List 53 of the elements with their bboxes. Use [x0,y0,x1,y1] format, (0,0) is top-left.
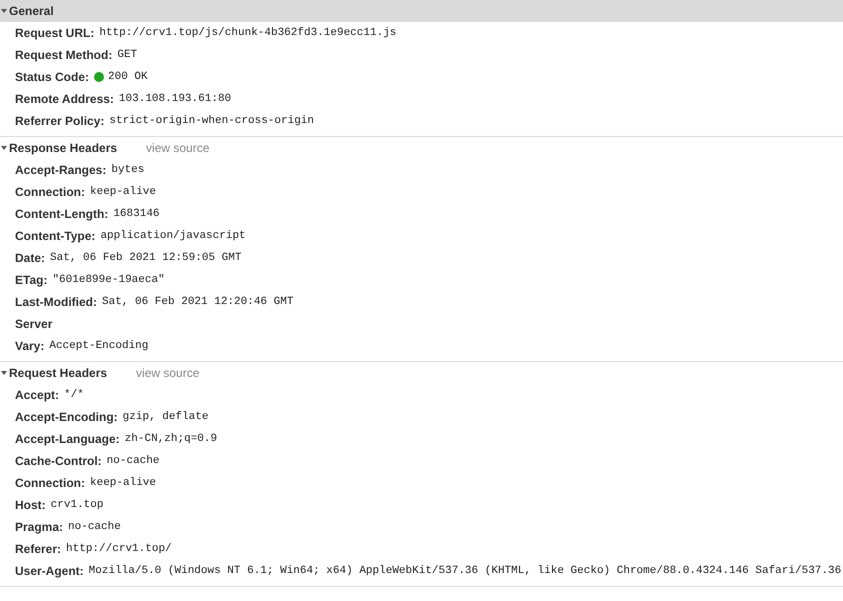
header-name: Accept-Ranges: [15,163,106,177]
triangle-icon [1,145,7,151]
header-value: no-cache [106,455,160,467]
header-value: */* [64,389,84,401]
header-value: Sat, 06 Feb 2021 12:59:05 GMT [50,252,242,264]
section-toggle[interactable]: Request Headers [0,362,108,384]
header-value: 103.108.193.61:80 [118,93,232,105]
view-source-link[interactable]: view source [146,141,210,155]
header-value: "601e899e-19aeca" [52,274,165,286]
header-value: strict-origin-when-cross-origin [109,115,314,127]
header-value: Mozilla/5.0 (Windows NT 6.1; Win64; x64) AppleWebKit/537.36 (KHTML, like Gecko) Chrome/88.0.4324.146 Safari/537.36 [88,565,842,577]
triangle-icon [1,8,7,14]
header-name: Request URL: [15,26,94,40]
header-name: Server [15,317,52,331]
header-name: User-Agent: [15,564,84,578]
header-name: Pragma: [15,520,64,534]
header-value: no-cache [68,521,121,533]
view-source-link[interactable]: view source [136,366,200,380]
header-name: Content-Type: [15,229,96,243]
header-name: Referer: [15,542,62,556]
header-value: Sat, 06 Feb 2021 12:20:46 GMT [102,296,294,308]
header-name: Connection: [15,185,85,199]
header-value: 200 OK [108,71,148,83]
header-name: Request Method: [15,48,112,62]
header-name: Accept: [15,388,60,402]
header-value: zh-CN,zh;q=0.9 [124,433,218,445]
header-name: Remote Address: [15,92,114,106]
header-name: Connection: [15,476,85,490]
header-name: Content-Length: [15,207,108,221]
header-name: Status Code: [15,70,90,84]
header-name: Accept-Language: [15,432,120,446]
header-value: bytes [111,164,144,176]
header-value: gzip, deflate [122,411,208,423]
header-value: GET [117,49,138,61]
section-toggle[interactable]: General [0,0,54,22]
header-name: Accept-Encoding: [15,410,118,424]
header-name: Referrer Policy: [15,114,104,128]
header-value: 1683146 [113,208,160,220]
section-toggle[interactable]: Response Headers [0,137,118,159]
header-value: http://crv1.top/js/chunk-4b362fd3.1e9ecc11.js [99,27,396,39]
header-value: Accept-Encoding [49,340,148,352]
header-name: Vary: [15,339,44,353]
header-name: Cache-Control: [15,454,102,468]
header-value: keep-alive [90,186,156,198]
header-name: Last-Modified: [15,295,97,309]
header-name: Host: [15,498,46,512]
header-value: keep-alive [90,477,156,489]
header-name: Date: [15,251,46,265]
header-value: http://crv1.top/ [66,543,172,555]
header-name: ETag: [15,273,48,287]
header-value: application/javascript [100,230,246,242]
header-value: crv1.top [50,499,104,511]
triangle-icon [1,370,7,376]
